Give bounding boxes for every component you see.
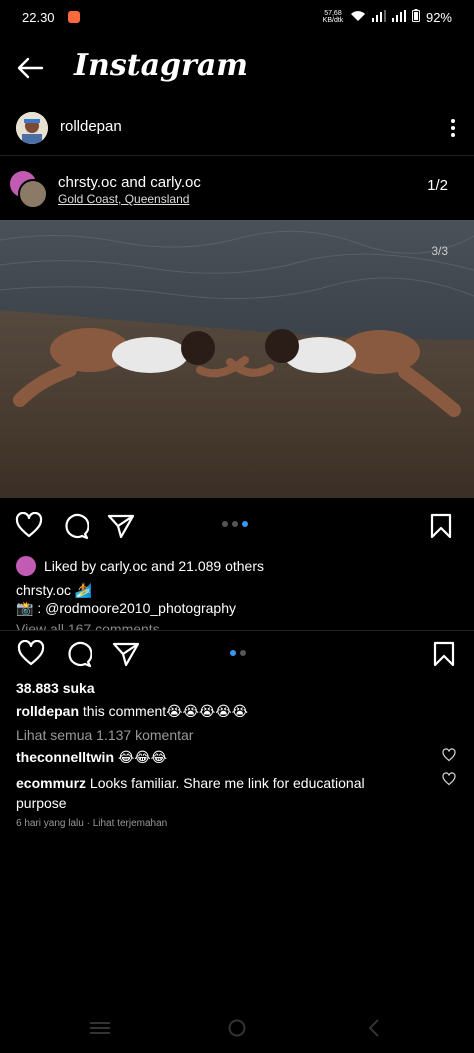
carousel-dots xyxy=(222,521,248,527)
signal-icon-2 xyxy=(391,9,406,25)
bookmark-icon[interactable] xyxy=(433,641,455,667)
liked-by-text[interactable]: Liked by carly.oc and 21.089 others xyxy=(44,558,264,574)
caption-username[interactable]: chrsty.oc xyxy=(16,582,71,598)
status-icons: 57,68 KB/dtk 92% xyxy=(322,9,452,25)
carousel-dots xyxy=(230,650,246,656)
comment-like-icon[interactable] xyxy=(442,748,456,762)
view-all-comments[interactable]: Lihat semua 1.137 komentar xyxy=(16,727,193,743)
image-counter: 3/3 xyxy=(431,244,448,258)
status-bar: 22.30 57,68 KB/dtk 92% xyxy=(0,0,474,34)
divider xyxy=(0,155,474,156)
carousel-dot xyxy=(232,521,238,527)
divider xyxy=(0,630,474,631)
back-icon[interactable] xyxy=(368,1019,380,1037)
embedded-page-indicator: 1/2 xyxy=(427,177,448,194)
battery-level: 92% xyxy=(425,9,452,25)
notification-icon xyxy=(68,11,80,23)
surf-emoji: 🏄 xyxy=(74,582,93,598)
avatar-carly[interactable] xyxy=(18,179,48,209)
comment-icon[interactable] xyxy=(61,512,89,540)
comment-username[interactable]: ecommurz xyxy=(16,775,86,791)
comment-like-icon[interactable] xyxy=(442,772,456,786)
post-meta: 6 hari yang lalu · Lihat terjemahan xyxy=(16,818,168,829)
recents-icon[interactable] xyxy=(90,1021,110,1035)
embedded-location[interactable]: Gold Coast, Queensland xyxy=(58,192,189,206)
carousel-dot-active xyxy=(230,650,236,656)
avatar[interactable] xyxy=(16,112,48,144)
embedded-post-header: chrsty.oc and carly.oc Gold Coast, Queen… xyxy=(0,167,474,215)
embedded-liked-by: Liked by carly.oc and 21.089 others xyxy=(16,556,264,576)
comment-item: ecommurz Looks familiar. Share me link f… xyxy=(16,773,416,813)
more-options-icon[interactable] xyxy=(450,116,456,140)
top-bar: Instagram xyxy=(0,34,474,104)
home-icon[interactable] xyxy=(228,1019,246,1037)
post-image[interactable]: 3/3 xyxy=(0,220,474,498)
heart-icon[interactable] xyxy=(17,640,45,666)
battery-icon xyxy=(411,9,420,25)
carousel-dot-active xyxy=(242,521,248,527)
embedded-caption-user: chrsty.oc 🏄 xyxy=(16,582,92,599)
caption-text: this comment😭😭😭😭😭 xyxy=(79,703,248,719)
signal-icon xyxy=(371,9,386,25)
action-bar xyxy=(0,636,474,672)
carousel-dot xyxy=(240,650,246,656)
back-arrow-icon[interactable] xyxy=(16,56,46,80)
caption: rolldepan this comment😭😭😭😭😭 xyxy=(16,703,248,720)
post-username[interactable]: rolldepan xyxy=(60,118,122,135)
comment-username[interactable]: theconnelltwin xyxy=(16,749,114,765)
comment-icon[interactable] xyxy=(64,640,92,668)
carousel-dot xyxy=(222,521,228,527)
instagram-logo: Instagram xyxy=(74,48,248,83)
system-nav-bar xyxy=(0,1001,474,1053)
embedded-caption-credit: 📸 : @rodmoore2010_photography xyxy=(16,600,237,616)
comment-item: theconnelltwin 😂😂😂 xyxy=(16,749,436,766)
share-icon[interactable] xyxy=(112,641,140,667)
beach-photo xyxy=(0,230,474,498)
wifi-icon xyxy=(350,10,366,25)
embedded-action-bar xyxy=(0,508,474,544)
status-time: 22.30 xyxy=(22,10,55,25)
post-header: rolldepan xyxy=(0,104,474,152)
liked-avatar xyxy=(16,556,36,576)
bookmark-icon[interactable] xyxy=(430,513,452,539)
comment-text: 😂😂😂 xyxy=(114,749,167,765)
network-speed: 57,68 KB/dtk xyxy=(322,10,344,24)
heart-icon[interactable] xyxy=(15,512,43,538)
embedded-usernames[interactable]: chrsty.oc and carly.oc xyxy=(58,174,201,191)
like-count[interactable]: 38.883 suka xyxy=(16,680,95,696)
share-icon[interactable] xyxy=(107,513,135,539)
caption-username[interactable]: rolldepan xyxy=(16,703,79,719)
